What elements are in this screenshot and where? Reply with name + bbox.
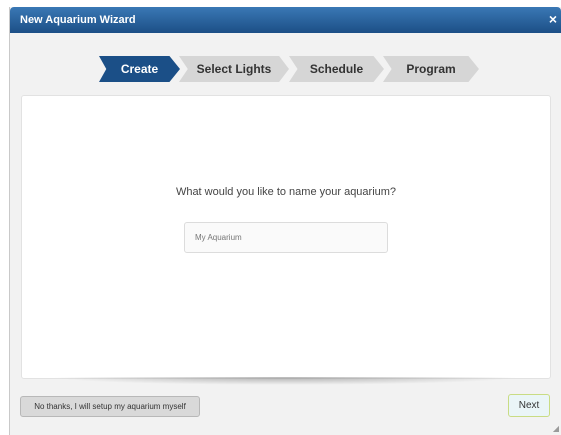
resize-grip-icon[interactable]: ◢ — [551, 425, 559, 433]
panel-shadow — [50, 377, 520, 385]
content-panel: What would you like to name your aquariu… — [21, 95, 551, 379]
dialog-titlebar: New Aquarium Wizard × — [10, 7, 561, 33]
step-program[interactable]: Program — [383, 56, 479, 82]
next-button[interactable]: Next — [508, 394, 550, 417]
wizard-dialog: New Aquarium Wizard × Create Select Ligh… — [9, 7, 561, 435]
skip-setup-button[interactable]: No thanks, I will setup my aquarium myse… — [20, 396, 200, 417]
name-prompt: What would you like to name your aquariu… — [175, 186, 397, 198]
close-icon[interactable]: × — [549, 11, 557, 27]
wizard-steps: Create Select Lights Schedule Program — [99, 56, 499, 82]
step-select-lights[interactable]: Select Lights — [179, 56, 289, 82]
step-create[interactable]: Create — [99, 56, 180, 82]
aquarium-name-input[interactable] — [184, 222, 388, 253]
step-schedule[interactable]: Schedule — [289, 56, 384, 82]
dialog-title: New Aquarium Wizard — [20, 14, 136, 26]
